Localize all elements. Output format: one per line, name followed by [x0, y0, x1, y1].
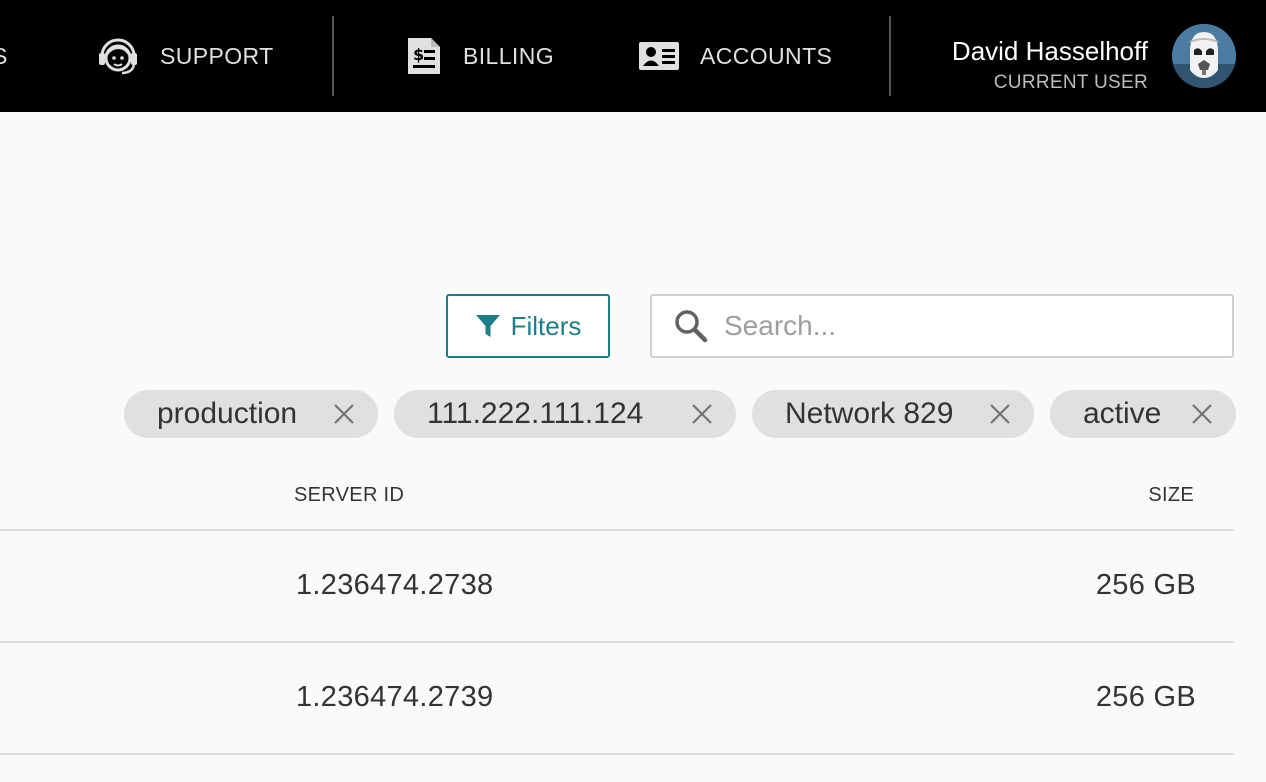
avatar[interactable] [1172, 24, 1236, 88]
filter-chip-label: 111.222.111.124 [427, 397, 644, 430]
table-row[interactable]: 1.236474.2738 256 GB [0, 530, 1234, 640]
top-nav-bar: S SUPPORT $ [0, 0, 1266, 112]
filter-icon [475, 313, 501, 339]
nav-item-billing-label: BILLING [463, 42, 555, 69]
search-field[interactable] [650, 294, 1234, 358]
filter-chip: 111.222.111.124 [394, 390, 736, 438]
nav-item-billing[interactable]: $ BILLING [405, 0, 554, 112]
size-cell: 256 GB [1095, 568, 1196, 601]
nav-divider [889, 16, 891, 96]
id-card-icon [638, 39, 680, 73]
invoice-icon: $ [405, 36, 443, 76]
server-id-cell: 1.236474.2739 [296, 680, 494, 713]
column-header-server-id[interactable]: SERVER ID [294, 484, 404, 507]
table-divider [0, 753, 1234, 755]
column-header-size[interactable]: SIZE [1148, 484, 1194, 507]
close-icon[interactable] [988, 402, 1012, 426]
nav-item-support-label: SUPPORT [160, 42, 274, 69]
nav-item-accounts-label: ACCOUNTS [700, 42, 833, 69]
search-input[interactable] [722, 309, 1206, 343]
filter-chip-label: Network 829 [785, 397, 954, 430]
server-id-cell: 1.236474.2738 [296, 568, 494, 601]
filters-button[interactable]: Filters [446, 294, 610, 358]
nav-item-partial[interactable]: S [0, 0, 8, 112]
close-icon[interactable] [1190, 402, 1214, 426]
user-role: CURRENT USER [993, 72, 1148, 93]
table-row[interactable]: 1.236474.2739 256 GB [0, 642, 1234, 752]
nav-item-accounts[interactable]: ACCOUNTS [638, 0, 832, 112]
filters-button-label: Filters [510, 310, 582, 341]
nav-divider [332, 16, 334, 96]
nav-item-support[interactable]: SUPPORT [96, 0, 274, 112]
search-icon [674, 309, 708, 343]
nav-item-partial-label: S [0, 43, 8, 70]
close-icon[interactable] [690, 402, 714, 426]
filter-chip-label: production [157, 397, 298, 430]
user-name[interactable]: David Hasselhoff [952, 36, 1148, 67]
filter-chip: Network 829 [752, 390, 1034, 438]
size-cell: 256 GB [1095, 680, 1196, 713]
stormtrooper-avatar-image [1172, 24, 1236, 88]
filter-chip: active [1050, 390, 1236, 438]
filter-chip: production [124, 390, 378, 438]
filter-chip-label: active [1083, 397, 1162, 430]
svg-text:$: $ [413, 45, 425, 64]
headset-icon [96, 34, 140, 78]
close-icon[interactable] [332, 402, 356, 426]
